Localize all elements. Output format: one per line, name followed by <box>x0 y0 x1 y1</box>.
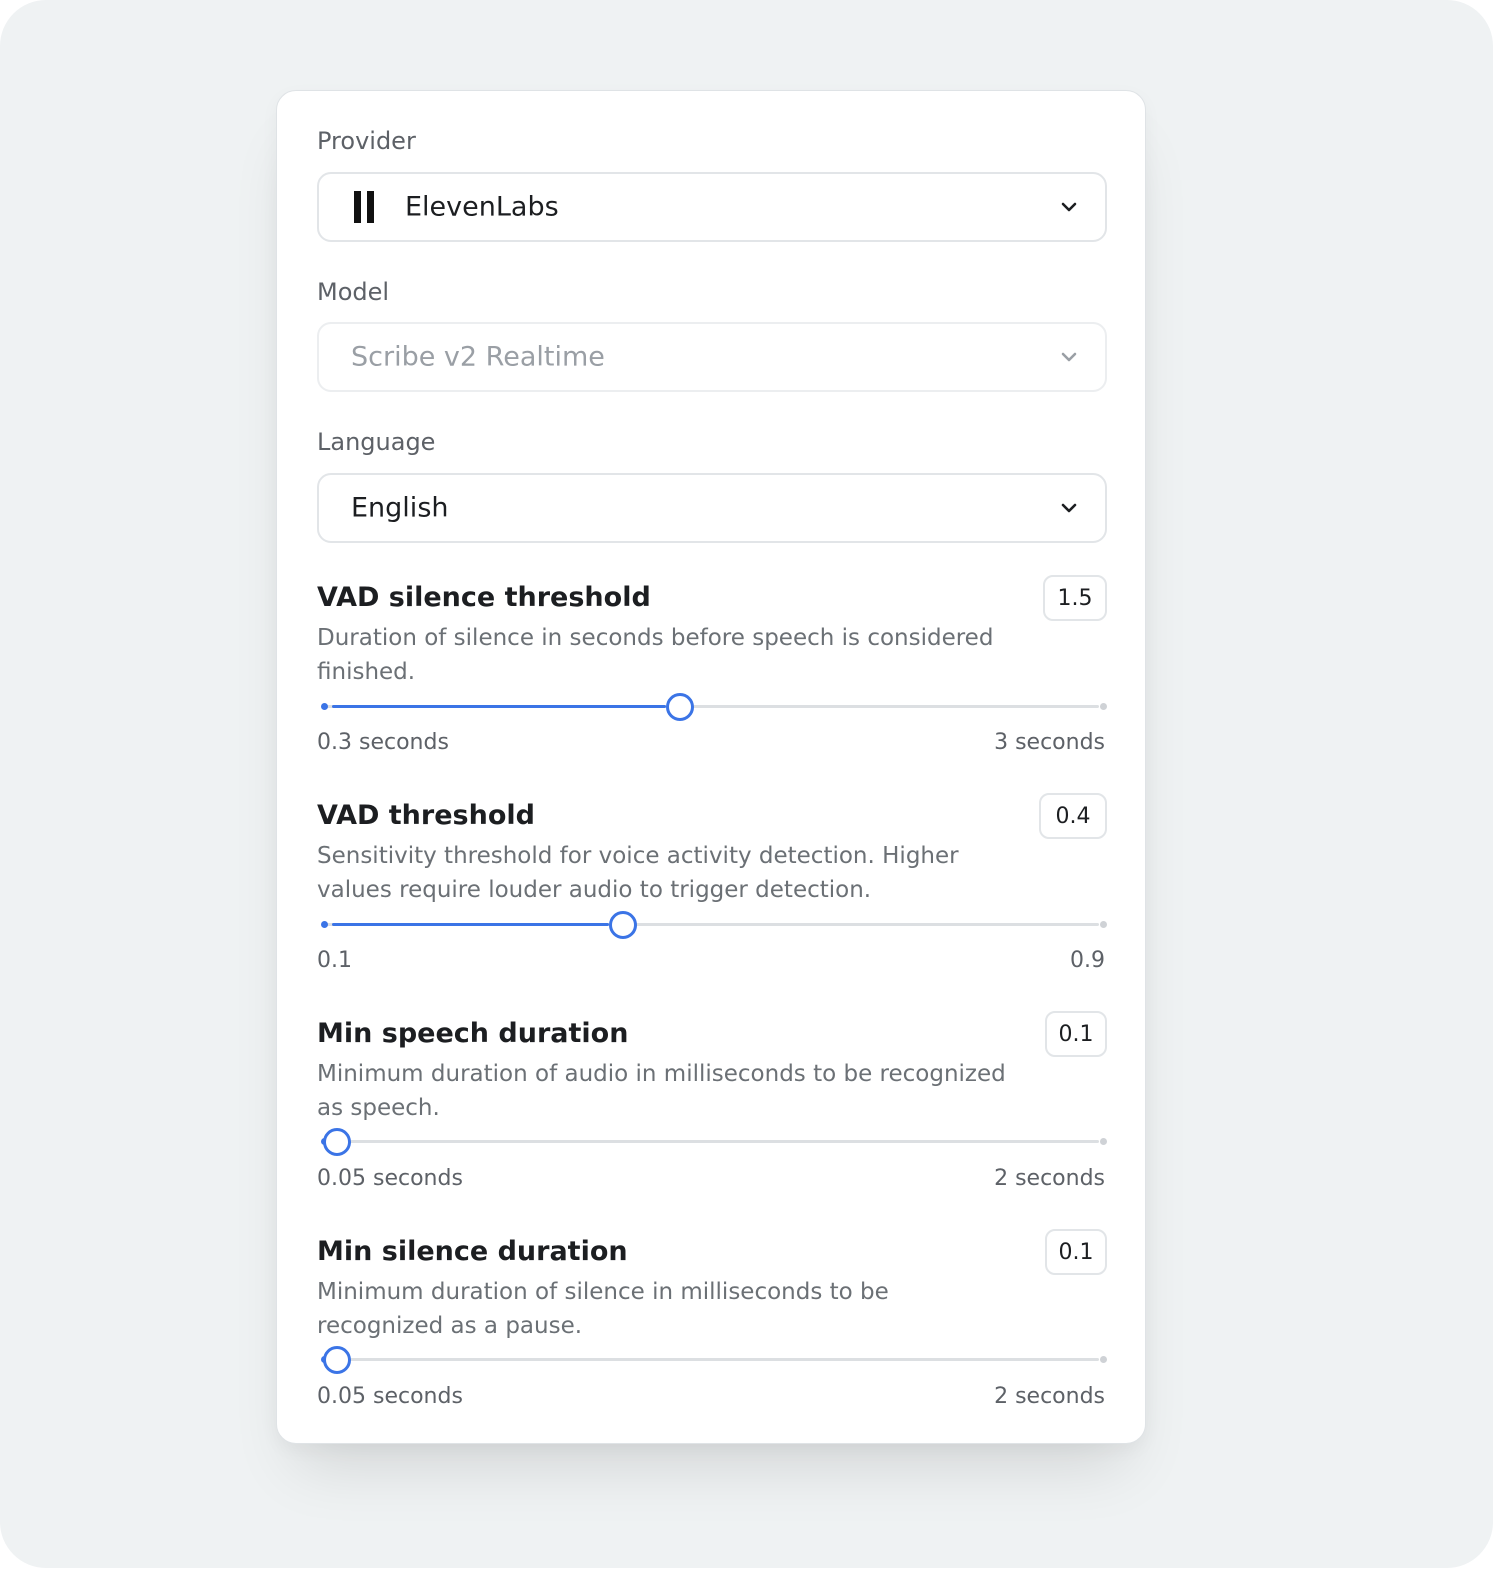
model-select[interactable]: Scribe v2 Realtime <box>317 322 1107 392</box>
slider-thumb[interactable] <box>608 911 637 939</box>
vad-silence-threshold-min-label: 0.3 seconds <box>317 730 449 755</box>
vad-silence-threshold-description: Duration of silence in seconds before sp… <box>317 625 994 685</box>
provider-select[interactable]: ElevenLabs <box>317 172 1107 242</box>
slider-max-dot <box>1100 1356 1107 1363</box>
slider-max-dot <box>1100 1138 1107 1145</box>
min-silence-duration-min-label: 0.05 seconds <box>317 1384 463 1409</box>
slider-thumb[interactable] <box>665 693 694 721</box>
slider-min-dot <box>321 703 328 710</box>
language-select[interactable]: English <box>317 473 1107 543</box>
language-label: Language <box>317 428 436 456</box>
model-value: Scribe v2 Realtime <box>351 341 605 373</box>
vad-threshold-max-label: 0.9 <box>1070 948 1105 973</box>
provider-value: ElevenLabs <box>405 191 559 223</box>
vad-threshold-slider[interactable] <box>317 910 1107 940</box>
slider-fill <box>332 923 609 926</box>
vad-threshold-min-label: 0.1 <box>317 948 352 973</box>
min-speech-duration-title: Min speech duration <box>317 1018 629 1049</box>
min-silence-duration-title: Min silence duration <box>317 1236 628 1267</box>
vad-threshold-description: Sensitivity threshold for voice activity… <box>317 843 959 903</box>
provider-label: Provider <box>317 127 416 155</box>
page-background: Provider ElevenLabs Model Scribe v2 Real… <box>0 0 1493 1568</box>
min-speech-duration-slider[interactable] <box>317 1127 1107 1157</box>
vad-threshold-input[interactable]: 0.4 <box>1039 793 1107 839</box>
min-silence-duration-max-label: 2 seconds <box>994 1384 1105 1409</box>
min-speech-duration-min-label: 0.05 seconds <box>317 1166 463 1191</box>
vad-silence-threshold-max-label: 3 seconds <box>994 730 1105 755</box>
slider-thumb[interactable] <box>323 1128 351 1156</box>
slider-track <box>325 1140 1099 1143</box>
vad-silence-threshold-title: VAD silence threshold <box>317 582 651 613</box>
vad-threshold-title: VAD threshold <box>317 800 535 831</box>
model-label: Model <box>317 278 390 306</box>
min-silence-duration-description: Minimum duration of silence in milliseco… <box>317 1279 889 1339</box>
vad-silence-threshold-input[interactable]: 1.5 <box>1043 575 1107 621</box>
slider-max-dot <box>1100 703 1107 710</box>
chevron-down-icon <box>1061 202 1077 212</box>
vad-silence-threshold-slider[interactable] <box>317 692 1107 722</box>
transcriber-settings-card: Provider ElevenLabs Model Scribe v2 Real… <box>276 90 1146 1444</box>
min-silence-duration-slider[interactable] <box>317 1345 1107 1375</box>
slider-max-dot <box>1100 921 1107 928</box>
slider-thumb[interactable] <box>323 1346 351 1374</box>
min-silence-duration-input[interactable]: 0.1 <box>1045 1229 1107 1275</box>
chevron-down-icon <box>1061 503 1077 513</box>
min-speech-duration-max-label: 2 seconds <box>994 1166 1105 1191</box>
min-speech-duration-description: Minimum duration of audio in millisecond… <box>317 1061 1006 1121</box>
min-speech-duration-input[interactable]: 0.1 <box>1045 1011 1107 1057</box>
slider-fill <box>332 705 666 708</box>
slider-track <box>325 1358 1099 1361</box>
chevron-down-icon <box>1061 352 1077 362</box>
language-value: English <box>351 492 449 524</box>
elevenlabs-logo-icon <box>354 191 376 223</box>
slider-min-dot <box>321 921 328 928</box>
